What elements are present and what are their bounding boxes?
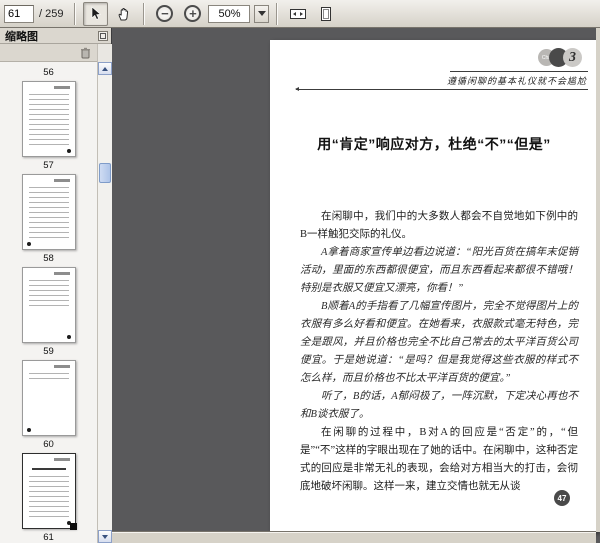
section-title: 用“肯定”响应对方，杜绝“不”“但是”	[317, 136, 551, 152]
paragraph: 在闲聊中，我们中的大多数人都会不自觉地如下例中的B一样触犯交际的礼仪。	[300, 211, 578, 240]
scrollbar-thumb[interactable]	[99, 163, 111, 183]
thumbnail-label: 60	[43, 439, 54, 450]
content-area: 缩略图 56 57 58 59 60 61 Cha 3 遵循闲聊的基本礼仪就不会…	[0, 28, 600, 543]
thumb-header-mark	[53, 179, 70, 182]
pdf-viewer-window: / 259 − + 50%	[0, 0, 600, 543]
thumb-header-mark	[53, 365, 70, 368]
thumb-header-mark	[53, 272, 70, 275]
thumb-page-dot	[26, 242, 31, 246]
paragraph: A拿着商家宣传单边看边说道：“阳光百货在搞年末促销活动，里面的东西都很便宜，而且…	[300, 247, 578, 294]
paragraph: B顺着A的手指看了几幅宣传图片，完全不觉得图片上的衣服有多么好看和便宜。在她看来…	[300, 301, 578, 384]
fit-page-button[interactable]	[313, 2, 338, 26]
thumbnail-label: 59	[43, 346, 54, 357]
thumb-header-mark	[53, 458, 70, 461]
chevron-down-icon	[257, 11, 266, 16]
toolbar-separator	[276, 2, 279, 25]
thumbnails-toolbar	[0, 44, 97, 62]
zoom-in-button[interactable]: +	[180, 2, 205, 26]
fit-width-button[interactable]	[285, 2, 310, 26]
thumbnail-label: 58	[43, 253, 54, 264]
panel-options-button[interactable]	[98, 30, 108, 41]
thumbnails-panel-header: 缩略图	[0, 28, 111, 44]
main-vertical-scrollbar[interactable]	[596, 28, 600, 532]
thumb-page-dot	[66, 149, 71, 153]
thumbnail-label: 61	[43, 532, 54, 543]
header-rule-top	[450, 71, 588, 72]
thumb-text-lines	[28, 476, 69, 517]
pdf-page: Cha 3 遵循闲聊的基本礼仪就不会尴尬 用“肯定”响应对方，杜绝“不”“但是”…	[270, 40, 598, 532]
select-tool-button[interactable]	[83, 1, 109, 26]
zoom-dropdown-button[interactable]	[254, 4, 270, 23]
thumb-title-line	[31, 468, 66, 470]
paragraph: 在闲聊的过程中，B对A的回应是“否定”的，“但是”“不”这样的字眼出现在了她的话…	[300, 427, 578, 492]
fit-page-icon	[319, 6, 333, 22]
plus-icon: +	[184, 5, 202, 22]
thumb-header-mark	[53, 86, 70, 89]
thumbnail-item-61[interactable]: 61	[0, 453, 97, 543]
thumbnails-panel-title: 缩略图	[5, 30, 38, 43]
thumbnail-page-60[interactable]	[21, 360, 76, 436]
page-number-input[interactable]	[4, 4, 34, 23]
thumbnail-item-60[interactable]: 60	[0, 360, 97, 450]
arrow-down-icon	[102, 534, 108, 539]
minus-icon: −	[156, 5, 174, 22]
thumb-text-lines	[28, 94, 69, 145]
thumbnail-page-61[interactable]	[21, 453, 77, 530]
thumbnail-label: 56	[43, 67, 54, 78]
hand-icon	[116, 6, 132, 22]
main-horizontal-scrollbar[interactable]	[112, 532, 596, 543]
thumbnail-item-57[interactable]: 57	[0, 81, 97, 171]
toolbar: / 259 − + 50%	[0, 0, 600, 28]
thumbnail-page-58[interactable]	[21, 174, 76, 250]
document-viewer[interactable]: Cha 3 遵循闲聊的基本礼仪就不会尴尬 用“肯定”响应对方，杜绝“不”“但是”…	[112, 28, 600, 543]
zoom-level-display[interactable]: 50%	[208, 4, 251, 23]
thumbnail-item-58[interactable]: 58	[0, 174, 97, 264]
thumb-text-lines	[28, 373, 69, 382]
thumb-text-lines	[28, 187, 69, 238]
thumbnails-panel-body: 56 57 58 59 60 61	[0, 44, 112, 543]
thumbnail-page-57[interactable]	[21, 81, 76, 157]
thumbnail-page-59[interactable]	[21, 267, 76, 343]
scroll-up-button[interactable]	[98, 62, 112, 75]
chapter-badge: Cha 3	[538, 48, 582, 67]
thumb-page-dot	[66, 521, 71, 525]
paragraph: 听了，B的话，A郁闷极了，一阵沉默，下定决心再也不和B谈衣服了。	[300, 391, 578, 420]
fit-width-icon	[289, 7, 307, 21]
running-header: 遵循闲聊的基本礼仪就不会尴尬	[446, 76, 587, 86]
page-number-badge: 47	[554, 490, 570, 506]
chapter-badge-circle-right: 3	[563, 48, 582, 67]
thumbnails-panel: 缩略图 56 57 58 59 60 61	[0, 28, 112, 543]
thumbnail-label: 57	[43, 160, 54, 171]
sidebar-scrollbar[interactable]	[97, 44, 112, 543]
toolbar-separator	[74, 2, 77, 25]
body-text: 在闲聊中，我们中的大多数人都会不自觉地如下例中的B一样触犯交际的礼仪。 A拿着商家…	[300, 208, 578, 496]
trash-icon[interactable]	[80, 47, 91, 59]
header-rule-bottom	[295, 87, 588, 91]
thumbnail-item-56[interactable]: 56	[0, 67, 97, 78]
scrollbar-track[interactable]	[98, 75, 112, 530]
thumbnail-list[interactable]: 56 57 58 59 60 61	[0, 62, 97, 543]
hand-tool-button[interactable]	[111, 2, 136, 26]
page-total-label: / 259	[39, 7, 64, 20]
thumb-text-lines	[28, 280, 69, 309]
toolbar-separator	[143, 2, 146, 25]
scroll-down-button[interactable]	[98, 530, 112, 543]
cursor-arrow-icon	[88, 6, 103, 21]
thumb-page-dot	[26, 428, 31, 432]
arrow-up-icon	[102, 66, 108, 71]
thumb-page-dot	[66, 335, 71, 339]
thumbnail-item-59[interactable]: 59	[0, 267, 97, 357]
zoom-out-button[interactable]: −	[152, 2, 177, 26]
